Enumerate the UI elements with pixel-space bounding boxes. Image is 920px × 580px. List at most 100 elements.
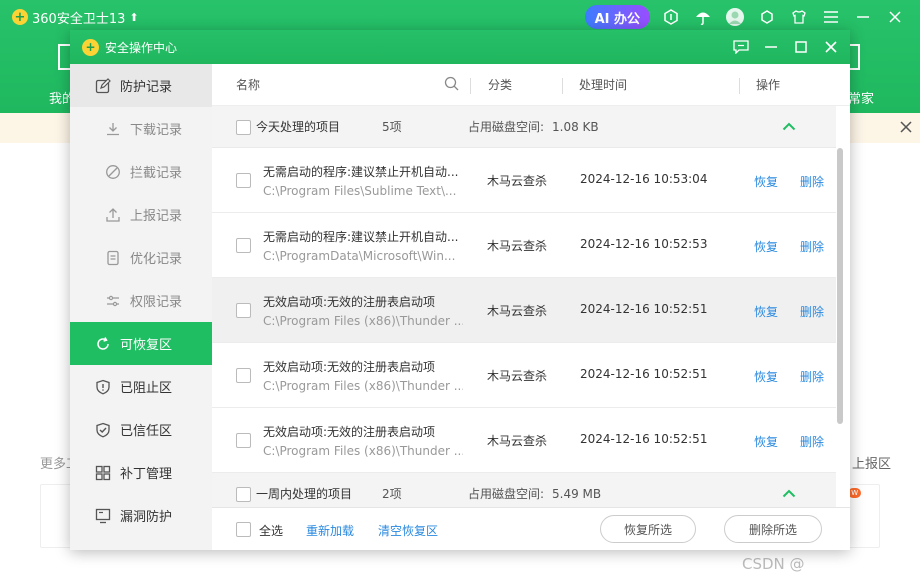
item-category: 木马云查杀 — [487, 304, 548, 318]
table-row[interactable]: 无需启动的程序:建议禁止开机自动... C:\Program Files\Sub… — [212, 148, 836, 213]
block-icon — [104, 163, 122, 181]
table-row[interactable]: 无效启动项:无效的注册表启动项 C:\Program Files (x86)\T… — [212, 343, 836, 408]
arrow-up-icon[interactable]: ⬆ — [129, 11, 138, 24]
dialog-title: 安全操作中心 — [105, 40, 178, 55]
sidebar-item-optimize-log[interactable]: 优化记录 — [70, 236, 212, 279]
recoverable-area-panel: 名称 分类 处理时间 操作 今天处理的项目 5项 占用磁盘空间: 1.08 KB — [212, 64, 850, 550]
reload-link[interactable]: 重新加载 — [306, 522, 354, 539]
document-icon — [104, 249, 122, 267]
puzzle-icon[interactable] — [756, 6, 778, 28]
restore-link[interactable]: 恢复 — [754, 303, 778, 320]
download-icon — [104, 120, 122, 138]
delete-link[interactable]: 删除 — [800, 303, 824, 320]
dialog-close-icon[interactable] — [822, 38, 840, 56]
delete-link[interactable]: 删除 — [800, 238, 824, 255]
column-divider[interactable] — [562, 78, 563, 94]
table-row[interactable]: 无效启动项:无效的注册表启动项 C:\Program Files (x86)\T… — [212, 408, 836, 473]
sidebar-item-protection-log[interactable]: 防护记录 — [70, 64, 212, 107]
table-row[interactable]: 无需启动的程序:建议禁止开机自动... C:\ProgramData\Micro… — [212, 213, 836, 278]
chevron-up-icon[interactable] — [780, 485, 798, 503]
item-title: 无效启动项:无效的注册表启动项 — [263, 295, 436, 309]
delete-link[interactable]: 删除 — [800, 173, 824, 190]
sliders-icon — [104, 292, 122, 310]
column-header-time: 处理时间 — [579, 78, 628, 92]
restore-selected-button[interactable]: 恢复所选 — [600, 515, 696, 543]
column-divider[interactable] — [470, 78, 471, 94]
feedback-icon[interactable] — [732, 38, 750, 56]
column-header-action: 操作 — [756, 78, 781, 92]
sidebar-item-label: 下载记录 — [130, 123, 183, 138]
shirt-icon[interactable] — [788, 6, 810, 28]
restore-link[interactable]: 恢复 — [754, 433, 778, 450]
item-path: C:\Program Files (x86)\Thunder ... — [263, 444, 463, 458]
restore-link[interactable]: 恢复 — [754, 368, 778, 385]
grid-icon — [94, 464, 112, 482]
sidebar-item-download-log[interactable]: 下载记录 — [70, 107, 212, 150]
scrollbar-thumb[interactable] — [837, 148, 843, 424]
delete-link[interactable]: 删除 — [800, 433, 824, 450]
group-title: 一周内处理的项目 — [256, 487, 353, 501]
avatar-icon[interactable] — [724, 6, 746, 28]
umbrella-icon[interactable] — [692, 6, 714, 28]
clear-recoverable-link[interactable]: 清空恢复区 — [378, 522, 438, 539]
sidebar-item-report-log[interactable]: 上报记录 — [70, 193, 212, 236]
column-divider[interactable] — [739, 78, 740, 94]
dialog-titlebar: + 安全操作中心 — [70, 30, 850, 64]
search-icon[interactable] — [444, 76, 459, 91]
sidebar-item-vulnerability-protection[interactable]: 漏洞防护 — [70, 494, 212, 537]
delete-link[interactable]: 删除 — [800, 368, 824, 385]
refresh-icon — [94, 335, 112, 353]
shield-exclaim-icon — [94, 378, 112, 396]
row-checkbox[interactable] — [236, 238, 251, 253]
security-operation-center-dialog: + 安全操作中心 防护记录 下载记录 拦截记录 上报记录 优化记录 权限记录 可… — [70, 30, 850, 550]
notice-close-icon[interactable] — [900, 118, 912, 137]
group-checkbox[interactable] — [236, 487, 251, 502]
bg-report-label: 上报区 — [852, 457, 892, 472]
sidebar-item-blocked-area[interactable]: 已阻止区 — [70, 365, 212, 408]
select-all-checkbox[interactable] — [236, 522, 251, 537]
restore-link[interactable]: 恢复 — [754, 238, 778, 255]
group-checkbox[interactable] — [236, 120, 251, 135]
item-time: 2024-12-16 10:52:51 — [580, 367, 708, 381]
recoverable-items-list: 今天处理的项目 5项 占用磁盘空间: 1.08 KB 无需启动的程序:建议禁止开… — [212, 106, 836, 507]
item-time: 2024-12-16 10:52:51 — [580, 432, 708, 446]
sidebar-item-label: 权限记录 — [130, 295, 183, 310]
sidebar-item-label: 上报记录 — [130, 209, 183, 224]
sidebar-item-label: 拦截记录 — [130, 166, 183, 181]
sidebar-item-intercept-log[interactable]: 拦截记录 — [70, 150, 212, 193]
restore-link[interactable]: 恢复 — [754, 173, 778, 190]
menu-icon[interactable] — [820, 6, 842, 28]
item-path: C:\Program Files (x86)\Thunder ... — [263, 314, 463, 328]
sidebar-item-patch-management[interactable]: 补丁管理 — [70, 451, 212, 494]
select-all-label[interactable]: 全选 — [259, 522, 283, 539]
sidebar-item-trusted-area[interactable]: 已信任区 — [70, 408, 212, 451]
ai-office-button[interactable]: AI 办公 — [584, 5, 650, 29]
dialog-maximize-icon[interactable] — [792, 38, 810, 56]
row-checkbox[interactable] — [236, 173, 251, 188]
item-path: C:\ProgramData\Microsoft\Win... — [263, 249, 456, 263]
row-checkbox[interactable] — [236, 303, 251, 318]
item-time: 2024-12-16 10:52:53 — [580, 237, 708, 251]
close-icon[interactable] — [884, 6, 906, 28]
app-logo: + 360安全卫士13 ⬆ — [12, 8, 139, 27]
main-window-toolbar: AI 办公 — [584, 5, 906, 29]
chevron-up-icon[interactable] — [780, 118, 798, 136]
group-disk-label: 占用磁盘空间: — [468, 487, 545, 501]
list-scrollbar[interactable] — [836, 148, 844, 543]
item-path: C:\Program Files\Sublime Text\... — [263, 184, 457, 198]
shield-check-icon — [94, 421, 112, 439]
minimize-icon[interactable] — [852, 6, 874, 28]
upload-icon — [104, 206, 122, 224]
delete-selected-button[interactable]: 删除所选 — [724, 515, 822, 543]
bg-right-label: 常家 — [848, 92, 875, 107]
hexagon-shield-icon[interactable] — [660, 6, 682, 28]
row-checkbox[interactable] — [236, 368, 251, 383]
table-row[interactable]: 无效启动项:无效的注册表启动项 C:\Program Files (x86)\T… — [212, 278, 836, 343]
sidebar-item-recoverable-area[interactable]: 可恢复区 — [70, 322, 212, 365]
column-header-category: 分类 — [488, 78, 513, 92]
column-header-name: 名称 — [236, 78, 261, 92]
row-checkbox[interactable] — [236, 433, 251, 448]
group-count: 2项 — [382, 487, 402, 501]
sidebar-item-permission-log[interactable]: 权限记录 — [70, 279, 212, 322]
dialog-minimize-icon[interactable] — [762, 38, 780, 56]
